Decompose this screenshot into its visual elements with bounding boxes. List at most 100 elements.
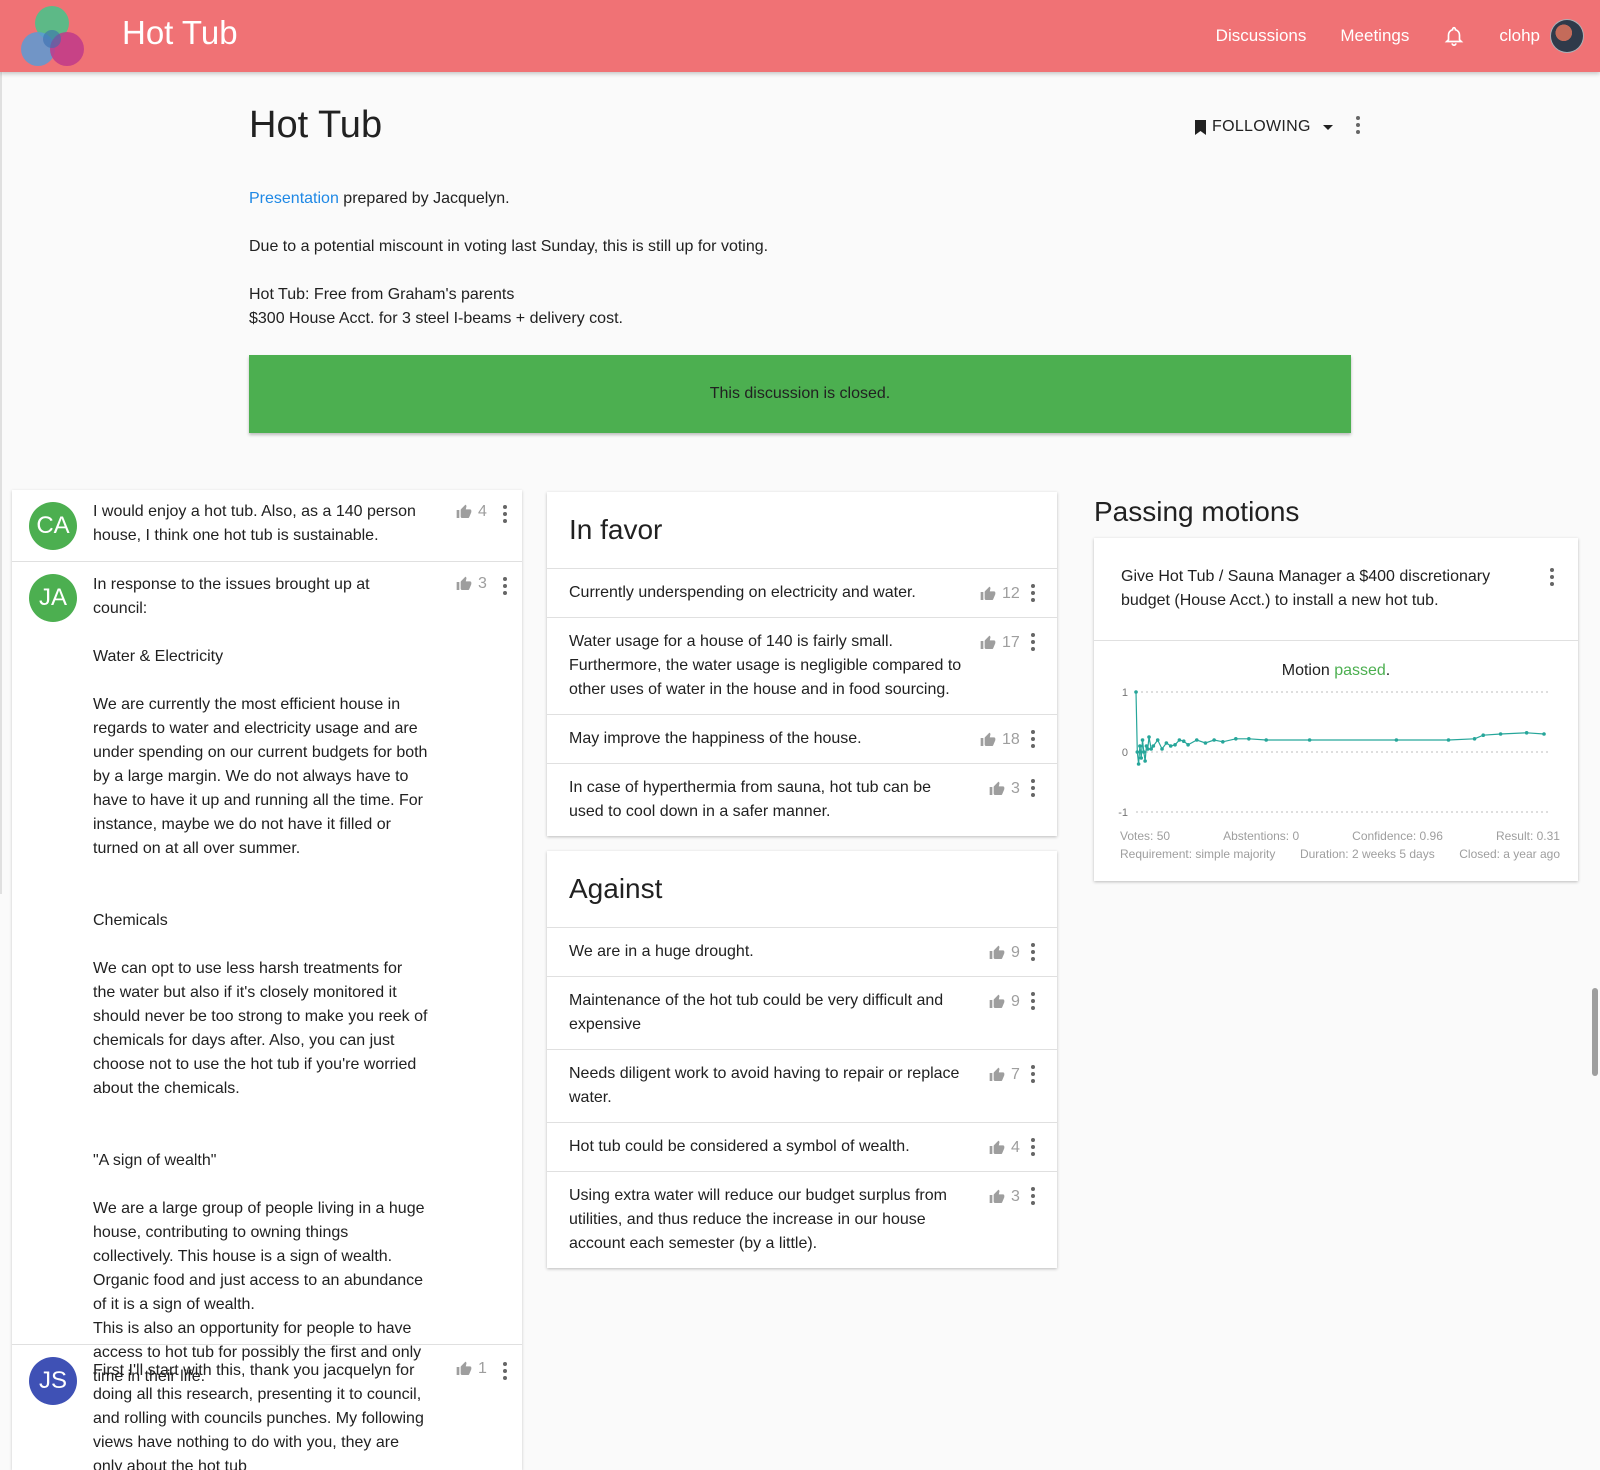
y-tick-label: 1 [1122,687,1128,699]
vote-count: 4 [478,503,487,520]
logo-icon[interactable] [17,3,87,69]
vote-count: 12 [1002,585,1020,602]
presentation-link[interactable]: Presentation [249,190,339,207]
vote-button[interactable]: 4 [989,1136,1020,1160]
argument-menu-icon[interactable] [1029,730,1037,748]
argument-text: Currently underspending on electricity a… [569,584,916,601]
scrollbar[interactable] [1592,988,1598,1076]
app-bar: Hot Tub Discussions Meetings clohp [0,0,1600,72]
data-point [1394,738,1399,742]
argument-text: We are in a huge drought. [569,943,754,960]
data-point [1135,750,1140,754]
following-button[interactable]: FOLLOWING [1195,118,1333,136]
thumb-up-icon [980,635,996,649]
comments-list: CA I would enjoy a hot tub. Also, as a 1… [12,490,522,1470]
data-point [1149,747,1153,751]
vote-button[interactable]: 3 [989,1185,1020,1209]
data-point [1247,737,1251,741]
against-list: We are in a huge drought. 9 Maintenance of… [547,928,1057,1268]
desc-line4: $300 House Acct. for 3 steel I-beams + d… [249,310,623,327]
thumb-up-icon [456,1361,472,1375]
comment-menu-icon[interactable] [501,505,509,523]
vote-button[interactable]: 9 [989,941,1020,965]
comment-text: Chemicals [93,912,168,929]
bell-icon[interactable] [1443,25,1465,47]
nav-meetings[interactable]: Meetings [1340,26,1409,46]
motion-stats-row1: Votes: 50 Abstentions: 0 Confidence: 0.9… [1120,829,1560,843]
avatar[interactable]: JS [29,1357,77,1405]
vote-button[interactable]: 3 [989,777,1020,801]
top-nav: Discussions Meetings clohp [1216,0,1600,72]
desc-line1: prepared by Jacquelyn. [338,190,510,207]
argument-menu-icon[interactable] [1029,1138,1037,1156]
vote-button[interactable]: 12 [980,582,1020,606]
comment-menu-icon[interactable] [501,577,509,595]
divider [1094,640,1578,641]
stat-closed: Closed: a year ago [1459,847,1560,861]
argument-menu-icon[interactable] [1029,1187,1037,1205]
data-point [1472,737,1477,741]
vote-button[interactable]: 18 [980,728,1020,752]
passing-motions-title: Passing motions [1094,496,1300,527]
argument-menu-icon[interactable] [1029,584,1037,602]
data-point [1221,740,1225,744]
data-point [1143,759,1147,763]
vote-button[interactable]: 9 [989,990,1020,1014]
app-title[interactable]: Hot Tub [122,14,238,52]
comment-body: First I'll start with this, thank you ja… [93,1359,428,1470]
argument-menu-icon[interactable] [1029,1065,1037,1083]
argument-menu-icon[interactable] [1029,943,1037,961]
data-point [1145,747,1150,751]
against-title: Against [547,851,1057,928]
avatar[interactable]: JA [29,574,77,622]
thumb-up-icon [456,504,472,518]
argument-menu-icon[interactable] [1029,992,1037,1010]
comment-text: I would enjoy a hot tub. Also, as a 140 … [93,503,416,544]
data-point [1168,744,1173,748]
argument-item: Needs diligent work to avoid having to r… [547,1050,1057,1123]
thumb-up-icon [989,994,1005,1008]
nav-discussions[interactable]: Discussions [1216,26,1307,46]
argument-text: Water usage for a house of 140 is fairly… [569,633,962,698]
vote-button[interactable]: 4 [456,503,487,521]
comment-menu-icon[interactable] [501,1362,509,1380]
argument-menu-icon[interactable] [1029,779,1037,797]
status-suffix: . [1385,662,1391,679]
vote-button[interactable]: 1 [456,1360,487,1378]
comment-text: First I'll start with this, thank you ja… [93,1362,424,1470]
username[interactable]: clohp [1499,26,1540,46]
argument-menu-icon[interactable] [1029,633,1037,651]
thumb-up-icon [989,1189,1005,1203]
argument-text: Hot tub could be considered a symbol of … [569,1138,910,1155]
motion-menu-icon[interactable] [1548,568,1556,586]
more-options-icon[interactable] [1354,116,1362,134]
vote-button[interactable]: 3 [456,575,487,593]
in-favor-card: In favor Currently underspending on elec… [547,492,1057,836]
vote-count: 9 [1011,944,1020,961]
stat-duration: Duration: 2 weeks 5 days [1299,847,1435,861]
data-point [1264,738,1269,742]
avatar[interactable] [1550,19,1584,53]
thumb-up-icon [989,1140,1005,1154]
motion-stats-row2: Requirement: simple majority Duration: 2… [1120,847,1560,861]
vote-button[interactable]: 17 [980,631,1020,655]
avatar[interactable]: CA [29,502,77,550]
comment-text: "A sign of wealth" [93,1152,217,1169]
y-tick-label: -1 [1118,807,1128,819]
comment-body: I would enjoy a hot tub. Also, as a 140 … [93,500,428,548]
data-point [1160,747,1164,751]
vote-count: 7 [1011,1066,1020,1083]
status-prefix: Motion [1281,662,1335,679]
data-point [1136,762,1141,766]
argument-item: We are in a huge drought. 9 [547,928,1057,977]
thumb-up-icon [980,586,996,600]
argument-text: Using extra water will reduce our budget… [569,1187,947,1252]
caret-down-icon [1322,124,1333,130]
comment: CA I would enjoy a hot tub. Also, as a 1… [12,490,522,562]
vote-count: 4 [1011,1139,1020,1156]
data-point [1307,738,1312,742]
thumb-up-icon [989,781,1005,795]
vote-button[interactable]: 7 [989,1063,1020,1087]
argument-item: Maintenance of the hot tub could be very… [547,977,1057,1050]
comment: JS First I'll start with this, thank you… [12,1345,522,1470]
